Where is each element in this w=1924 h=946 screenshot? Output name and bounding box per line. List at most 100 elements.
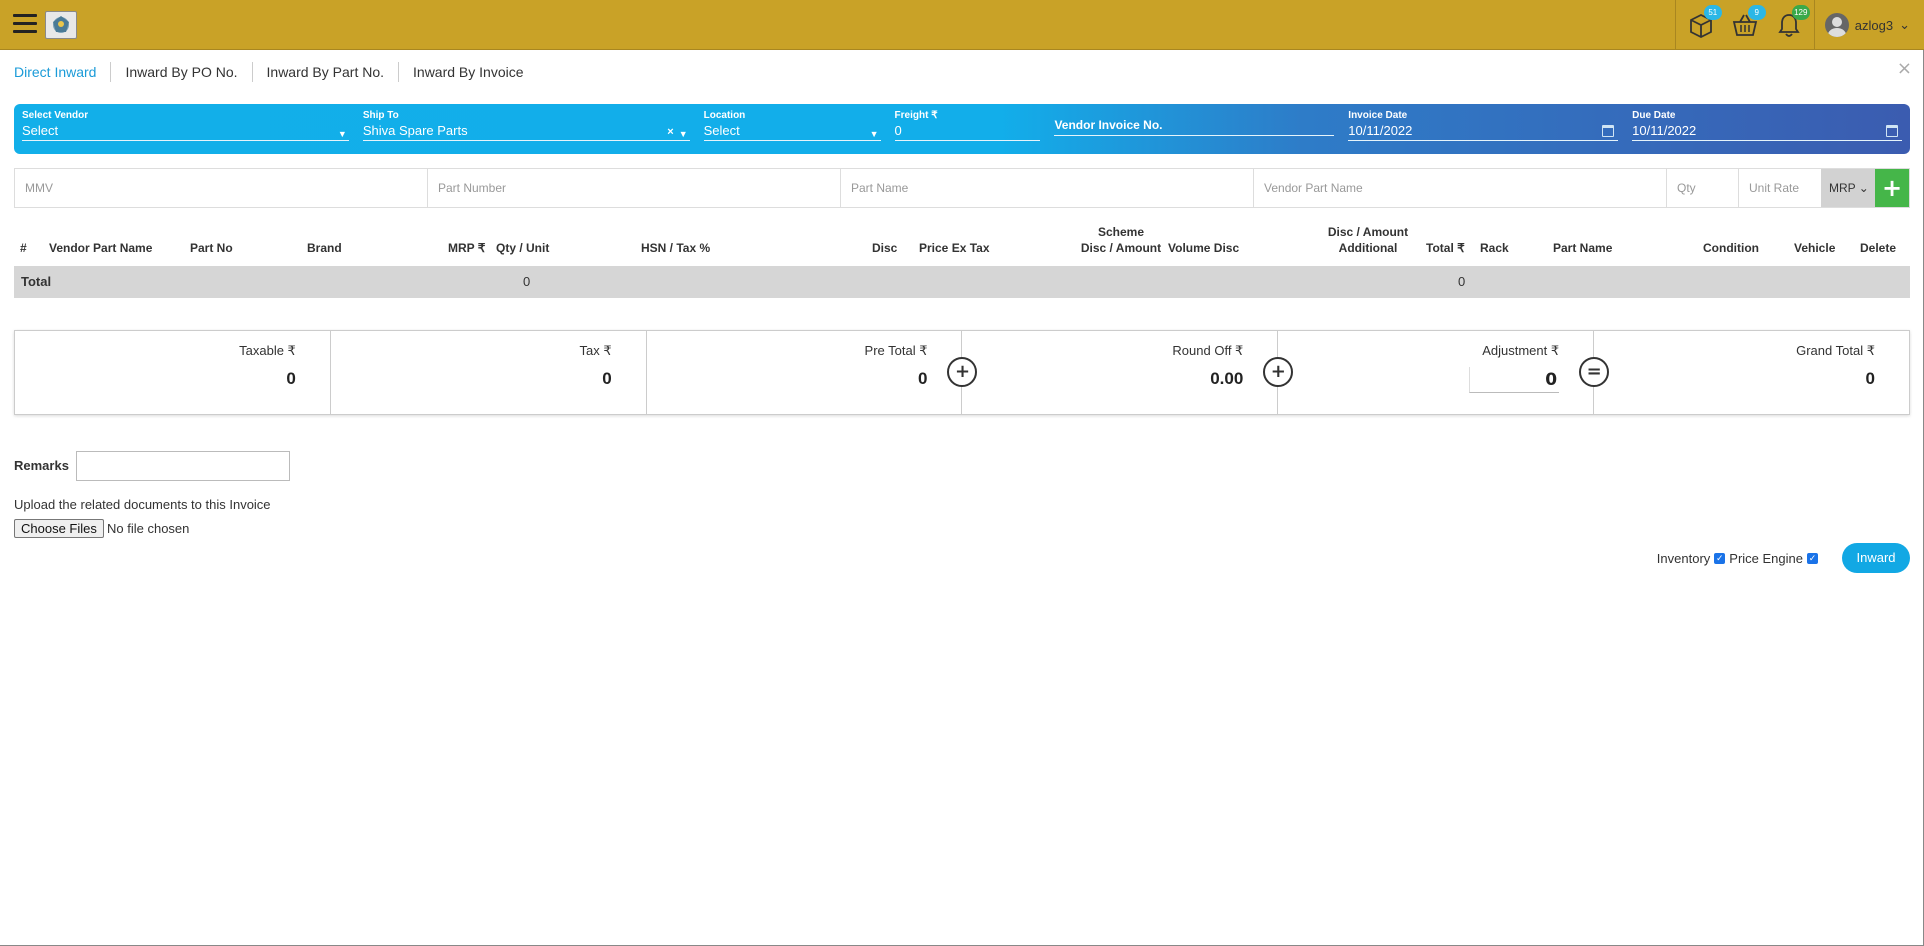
choose-files-button[interactable]: Choose Files: [14, 519, 104, 538]
user-menu[interactable]: azlog3 ⌄: [1824, 13, 1914, 37]
price-engine-checkbox[interactable]: ✓: [1807, 553, 1818, 564]
col-scheme: Scheme Disc / Amount: [1066, 224, 1176, 256]
part-entry-row: MMV Part Number Part Name Vendor Part Na…: [14, 168, 1910, 208]
part-number-input[interactable]: Part Number: [428, 169, 841, 207]
clear-icon[interactable]: ×: [667, 123, 673, 141]
hamburger-menu-icon[interactable]: [13, 14, 37, 34]
vendor-invoice-input[interactable]: Vendor Invoice No.: [1054, 110, 1335, 136]
inventory-box-icon[interactable]: 51: [1686, 5, 1722, 40]
col-disc-amount-additional: Disc / Amount Additional: [1318, 224, 1418, 256]
ship-to-select[interactable]: Shiva Spare Parts × ▼: [362, 122, 690, 141]
top-right-area: 51 9 129 azlog3 ⌄: [1674, 0, 1924, 50]
col-part-name: Part Name: [1553, 241, 1613, 255]
inward-options: Inventory ✓ Price Engine ✓: [1657, 551, 1818, 566]
chevron-down-icon: ⌄: [1899, 17, 1910, 32]
table-total-row: Total 0 0: [14, 266, 1910, 298]
col-disc-amount-line2: Additional: [1338, 241, 1398, 255]
ship-to-cell: Ship To Shiva Spare Parts × ▼: [359, 110, 694, 148]
remarks-input[interactable]: [76, 451, 290, 481]
col-brand: Brand: [307, 241, 342, 255]
top-bar: 51 9 129 azlog3 ⌄: [0, 0, 1924, 50]
tab-inward-by-invoice[interactable]: Inward By Invoice: [398, 62, 538, 82]
unit-rate-input[interactable]: Unit Rate: [1739, 169, 1821, 207]
grand-total-label: Grand Total ₹: [1796, 343, 1875, 358]
col-rack: Rack: [1480, 241, 1509, 255]
taxable-label: Taxable ₹: [239, 343, 296, 358]
part-name-input[interactable]: Part Name: [841, 169, 1254, 207]
vendor-select[interactable]: Select ▼: [22, 122, 349, 141]
invoice-date-value: 10/11/2022: [1348, 123, 1413, 138]
total-qty: 0: [523, 274, 531, 289]
freight-cell: Freight ₹ 0: [891, 110, 1045, 148]
col-price-ex-tax: Price Ex Tax: [919, 241, 990, 255]
pre-total-label: Pre Total ₹: [864, 343, 928, 358]
top-icons-group: 51 9 129: [1674, 0, 1814, 50]
mmv-input[interactable]: MMV: [15, 169, 428, 207]
col-vehicle: Vehicle: [1794, 241, 1836, 255]
price-type-value: MRP: [1829, 181, 1856, 195]
user-name: azlog3: [1854, 17, 1894, 33]
vendor-part-name-input[interactable]: Vendor Part Name: [1254, 169, 1667, 207]
location-select[interactable]: Select ▼: [703, 122, 881, 141]
col-condition: Condition: [1703, 241, 1759, 255]
col-scheme-line1: Scheme: [1097, 225, 1145, 239]
vendor-invoice-cell: Vendor Invoice No.: [1050, 110, 1338, 148]
inventory-checkbox[interactable]: ✓: [1714, 553, 1726, 564]
cart-basket-icon[interactable]: 9: [1730, 5, 1766, 40]
notification-bell-icon[interactable]: 129: [1774, 5, 1810, 40]
col-hash: #: [20, 241, 27, 255]
adjustment-input[interactable]: 0: [1469, 367, 1560, 393]
qty-input[interactable]: Qty: [1667, 169, 1739, 207]
equals-icon: =: [1579, 357, 1610, 387]
inward-filter-bar: Select Vendor Select ▼ Ship To Shiva Spar…: [14, 104, 1910, 154]
calendar-icon[interactable]: [1885, 125, 1898, 137]
col-scheme-line2: Disc / Amount: [1080, 241, 1162, 255]
price-type-select[interactable]: MRP ⌄: [1821, 169, 1875, 207]
grand-total-value: 0: [1865, 369, 1875, 388]
remarks-label: Remarks: [14, 458, 69, 473]
cart-badge: 9: [1747, 5, 1766, 20]
tax-cell: Tax ₹ 0: [331, 331, 647, 414]
tab-direct-inward[interactable]: Direct Inward: [14, 62, 110, 82]
file-status: No file chosen: [107, 521, 190, 536]
total-label: Total: [21, 274, 52, 289]
tab-inward-by-part[interactable]: Inward By Part No.: [251, 62, 399, 82]
tab-inward-by-po[interactable]: Inward By PO No.: [110, 62, 251, 82]
invoice-date-input[interactable]: 10/11/2022: [1348, 122, 1619, 141]
col-disc: Disc: [872, 241, 898, 255]
adjustment-label: Adjustment ₹: [1482, 343, 1560, 358]
round-off-value: 0.00: [1210, 369, 1244, 388]
caret-down-icon: ▼: [337, 129, 347, 139]
pre-total-cell: Pre Total ₹ 0 +: [647, 331, 978, 414]
calendar-icon[interactable]: [1602, 125, 1615, 137]
total-amount: 0: [1458, 274, 1466, 289]
col-mrp: MRP ₹: [448, 241, 486, 255]
freight-input[interactable]: 0: [894, 122, 1041, 141]
taxable-cell: Taxable ₹ 0: [15, 331, 331, 414]
user-menu-cell: azlog3 ⌄: [1813, 0, 1924, 50]
tax-label: Tax ₹: [579, 343, 612, 358]
due-date-input[interactable]: 10/11/2022: [1632, 122, 1902, 141]
notification-badge: 129: [1791, 5, 1810, 20]
vendor-value: Select: [22, 123, 59, 138]
table-header: # Vendor Part Name Part No Brand MRP ₹ Q…: [14, 220, 1910, 260]
due-date-label: Due Date: [1632, 110, 1676, 121]
inventory-label: Inventory: [1656, 551, 1711, 566]
location-label: Location: [703, 110, 746, 121]
inward-tabs: Direct Inward Inward By PO No. Inward By…: [14, 62, 538, 82]
ship-to-value: Shiva Spare Parts: [362, 123, 468, 138]
price-engine-label: Price Engine: [1729, 551, 1803, 566]
invoice-date-label: Invoice Date: [1348, 110, 1408, 121]
round-off-label: Round Off ₹: [1172, 343, 1244, 358]
col-part-no: Part No: [190, 241, 233, 255]
chevron-down-icon: ⌄: [1858, 181, 1869, 195]
col-volume-disc: Volume Disc: [1168, 241, 1240, 255]
location-cell: Location Select ▼: [700, 110, 885, 148]
round-off-cell: Round Off ₹ 0.00 +: [962, 331, 1294, 414]
inward-button[interactable]: Inward: [1842, 543, 1910, 573]
add-part-button[interactable]: +: [1875, 169, 1909, 207]
col-hsn-tax: HSN / Tax %: [641, 241, 711, 255]
close-icon[interactable]: ×: [1897, 58, 1912, 79]
invoice-summary: Taxable ₹ 0 Tax ₹ 0 Pre Total ₹ 0 + Roun…: [14, 330, 1910, 415]
company-logo[interactable]: [45, 11, 77, 39]
